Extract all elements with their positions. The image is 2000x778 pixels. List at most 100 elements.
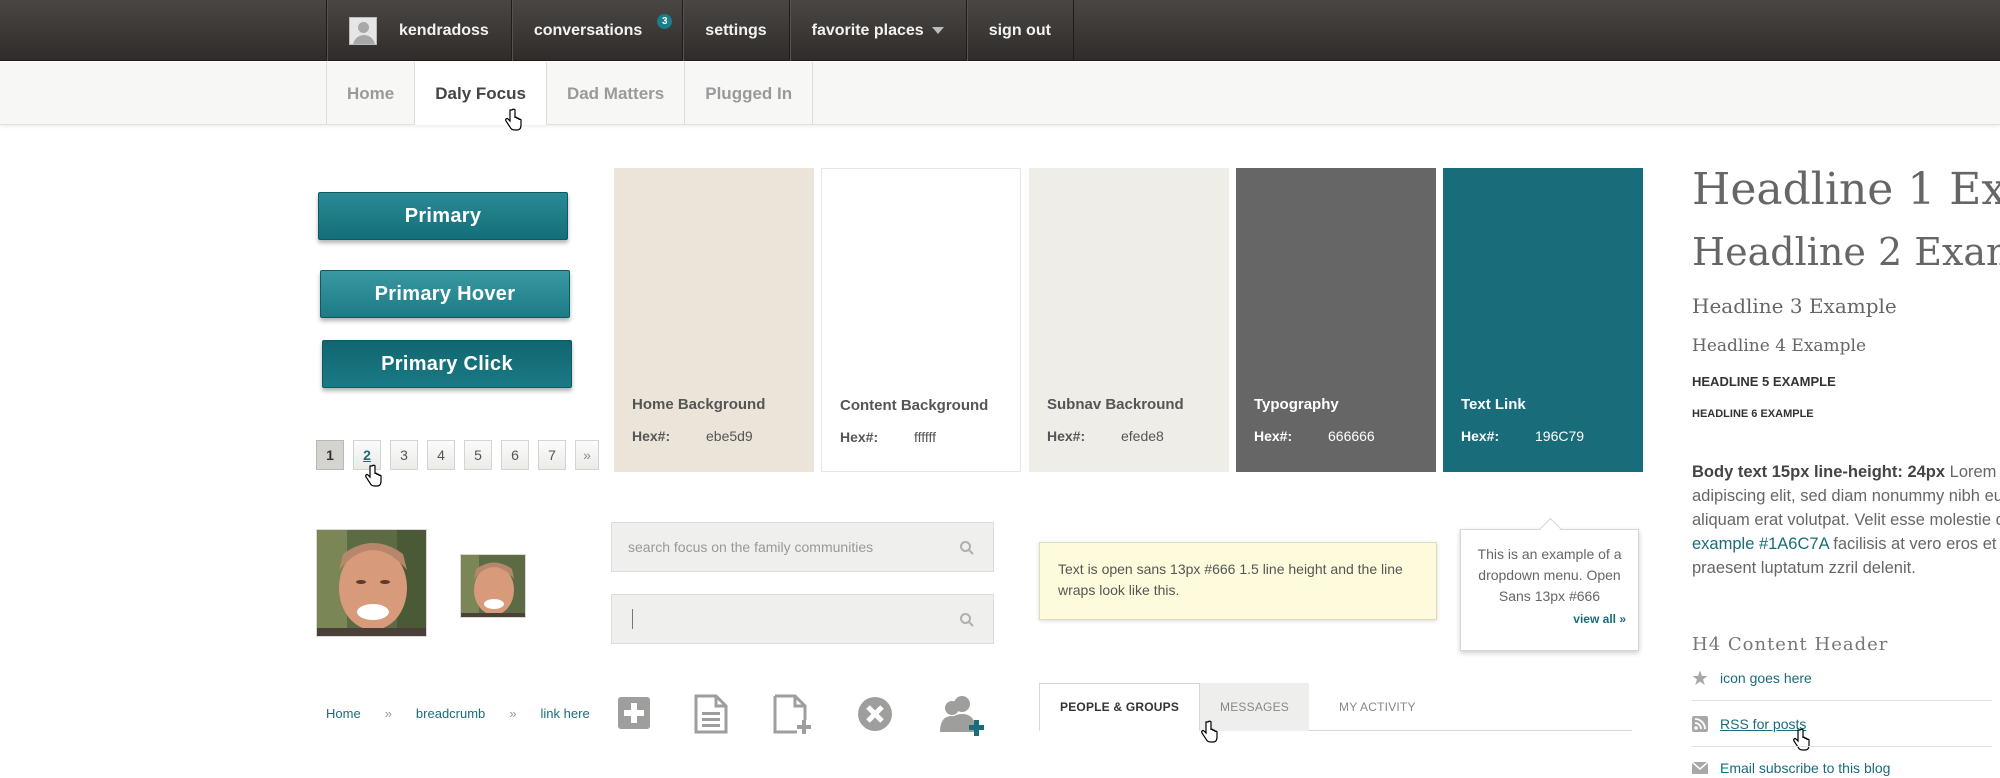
swatch-name: Text Link — [1461, 396, 1526, 413]
page-6[interactable]: 6 — [501, 440, 529, 470]
username: kendradoss — [399, 21, 489, 39]
breadcrumb-home-link[interactable]: Home — [326, 706, 361, 721]
body-text-line: facilisis at vero eros et a — [1833, 535, 2000, 553]
settings-link[interactable]: settings — [682, 0, 788, 61]
swatch-hex-value: ffffff — [914, 429, 937, 445]
breadcrumb-middle-link[interactable]: breadcrumb — [416, 706, 485, 721]
primary-click-button[interactable]: Primary Click — [322, 340, 572, 388]
body-text-example: Body text 15px line-height: 24px Lorem a… — [1692, 460, 2000, 580]
search-input-placeholder-state[interactable]: search focus on the family communities — [611, 522, 994, 572]
hand-cursor-icon — [1793, 728, 1810, 751]
tooltip-example: Text is open sans 13px #666 1.5 line hei… — [1039, 542, 1437, 620]
document-icon[interactable] — [694, 694, 728, 734]
sign-out-label: sign out — [988, 21, 1051, 39]
swatch-hex-label: Hex#: — [632, 428, 671, 444]
swatch-hex-label: Hex#: — [1254, 428, 1293, 444]
hand-cursor-icon — [1201, 720, 1218, 743]
search-placeholder: search focus on the family communities — [628, 539, 874, 555]
close-circle-icon[interactable] — [857, 696, 893, 732]
conversations-label: conversations — [533, 21, 643, 39]
divider — [1692, 700, 1992, 701]
search-input-focused-state[interactable] — [611, 594, 994, 644]
settings-label: settings — [705, 21, 767, 39]
sign-out-link[interactable]: sign out — [965, 0, 1074, 61]
swatch-name: Home Background — [632, 396, 766, 413]
breadcrumb-separator: » — [384, 706, 392, 721]
rss-link[interactable]: RSS for posts — [1692, 716, 1806, 732]
conversations-link[interactable]: conversations 3 — [510, 0, 682, 61]
rss-icon — [1692, 716, 1708, 732]
subnav-item-dad-matters[interactable]: Dad Matters — [545, 62, 684, 125]
sub-navigation-bar: Home Daly Focus Dad Matters Plugged In — [0, 62, 2000, 125]
hand-cursor-icon — [505, 108, 522, 131]
headline-6: HEADLINE 6 EXAMPLE — [1692, 408, 1814, 420]
divider — [1692, 746, 1992, 747]
page-3[interactable]: 3 — [390, 440, 418, 470]
conversations-count-badge: 3 — [657, 14, 673, 29]
primary-button[interactable]: Primary — [318, 192, 568, 240]
body-text-link[interactable]: example #1A6C7A — [1692, 535, 1829, 553]
swatch-name: Subnav Backround — [1047, 396, 1184, 413]
headline-4: Headline 4 Example — [1692, 336, 1867, 356]
breadcrumb: Home » breadcrumb » link here — [326, 706, 590, 721]
swatch-home-background: Home Background Hex#: ebe5d9 — [614, 168, 814, 472]
email-subscribe-link[interactable]: Email subscribe to this blog — [1692, 760, 1890, 776]
breadcrumb-last-link[interactable]: link here — [541, 706, 590, 721]
subnav-item-daly-focus[interactable]: Daly Focus — [414, 62, 546, 125]
search-icon[interactable] — [959, 540, 975, 556]
swatch-text-link: Text Link Hex#: 196C79 — [1443, 168, 1643, 472]
pagination: 1 2 3 4 5 6 7 » — [316, 440, 599, 470]
search-icon[interactable] — [959, 612, 975, 628]
swatch-hex-value: efede8 — [1121, 428, 1164, 444]
dropdown-text: This is an example of a dropdown menu. O… — [1477, 546, 1622, 604]
swatch-typography: Typography Hex#: 666666 — [1236, 168, 1436, 472]
dropdown-menu-example: This is an example of a dropdown menu. O… — [1460, 529, 1639, 651]
headline-3: Headline 3 Example — [1692, 294, 1897, 318]
new-document-icon[interactable] — [773, 694, 813, 736]
swatch-hex-value: 666666 — [1328, 428, 1375, 444]
profile-photo-small — [460, 554, 526, 618]
favorite-places-label: favorite places — [811, 21, 924, 39]
envelope-icon — [1692, 762, 1708, 774]
content-header-title: H4 Content Header — [1692, 634, 1889, 655]
swatch-subnav-background: Subnav Backround Hex#: efede8 — [1029, 168, 1229, 472]
headline-5: HEADLINE 5 EXAMPLE — [1692, 374, 1836, 389]
swatch-hex-label: Hex#: — [840, 429, 879, 445]
subnav-item-home[interactable]: Home — [326, 62, 414, 125]
body-text-line: Lorem — [1949, 463, 1997, 481]
email-subscribe-label: Email subscribe to this blog — [1720, 760, 1891, 776]
chevron-down-icon — [931, 27, 944, 34]
body-text-line: aliquam erat volutpat. Velit esse molest… — [1692, 511, 2000, 529]
add-icon[interactable] — [617, 696, 651, 730]
page-5[interactable]: 5 — [464, 440, 492, 470]
breadcrumb-separator: » — [509, 706, 517, 721]
user-avatar — [349, 16, 377, 45]
page-1[interactable]: 1 — [316, 440, 344, 470]
add-user-icon[interactable] — [938, 694, 988, 736]
content-list-item[interactable]: icon goes here — [1692, 670, 1812, 686]
headline-2: Headline 2 Examp — [1692, 230, 2000, 274]
swatch-hex-value: ebe5d9 — [706, 428, 753, 444]
text-cursor — [632, 609, 633, 629]
swatch-hex-label: Hex#: — [1047, 428, 1086, 444]
view-all-link[interactable]: view all » — [1473, 609, 1626, 630]
user-menu[interactable]: kendradoss — [326, 0, 511, 61]
subnav-item-plugged-in[interactable]: Plugged In — [684, 62, 814, 125]
page-7[interactable]: 7 — [538, 440, 566, 470]
content-list-item-label: icon goes here — [1720, 670, 1812, 686]
tab-people-groups[interactable]: PEOPLE & GROUPS — [1039, 683, 1201, 731]
swatch-name: Typography — [1254, 396, 1339, 413]
tab-bar: PEOPLE & GROUPS MESSAGES MY ACTIVITY — [1039, 683, 1632, 731]
primary-hover-button[interactable]: Primary Hover — [320, 270, 570, 318]
favorite-places-dropdown[interactable]: favorite places — [788, 0, 966, 61]
swatch-hex-label: Hex#: — [1461, 428, 1500, 444]
swatch-name: Content Background — [840, 397, 989, 414]
page-4[interactable]: 4 — [427, 440, 455, 470]
tab-my-activity[interactable]: MY ACTIVITY — [1319, 683, 1436, 731]
body-bold-text: Body text 15px line-height: 24px — [1692, 463, 1946, 481]
headline-1: Headline 1 Exam — [1692, 164, 2000, 215]
swatch-hex-value: 196C79 — [1535, 428, 1585, 444]
star-icon — [1692, 670, 1708, 685]
next-page-button[interactable]: » — [575, 440, 599, 470]
body-text-line: adipiscing elit, sed diam nonummy nibh e… — [1692, 487, 2000, 505]
